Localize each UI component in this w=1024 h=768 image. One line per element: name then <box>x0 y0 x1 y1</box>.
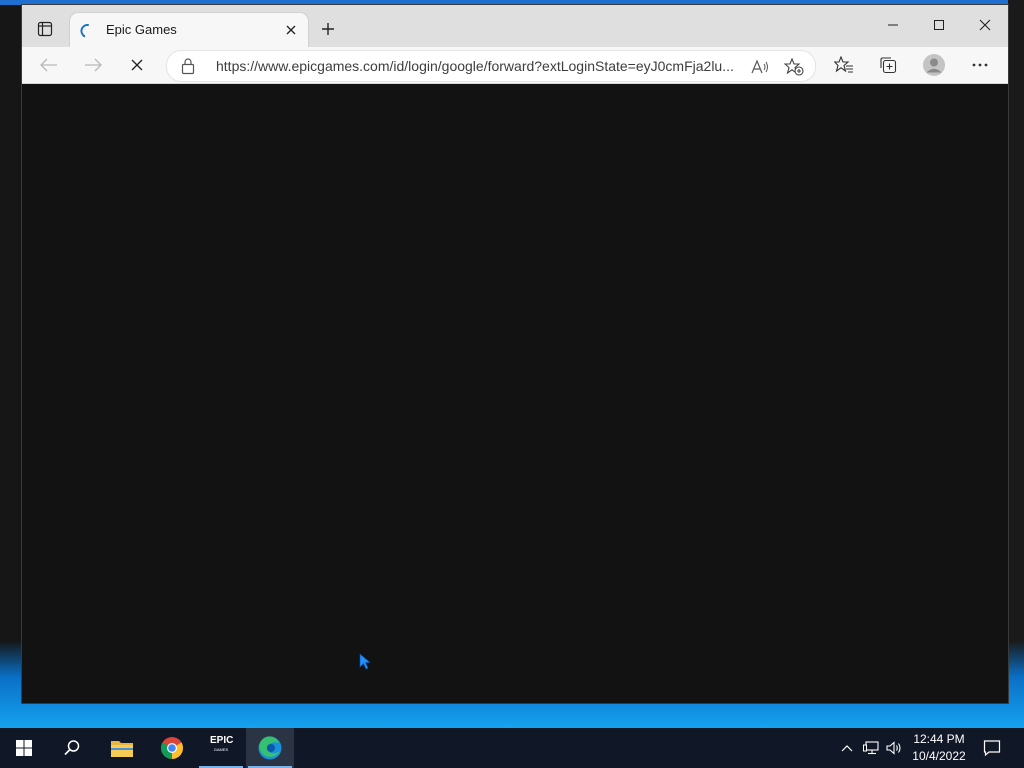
notifications-icon[interactable] <box>978 728 1006 768</box>
tab-actions-icon[interactable] <box>30 15 60 43</box>
taskbar: EPIC GAMES 12:44 PM 10/4/2022 <box>0 728 1024 768</box>
system-clock[interactable]: 12:44 PM 10/4/2022 <box>906 731 972 765</box>
maximize-button[interactable] <box>916 11 962 39</box>
clock-time: 12:44 PM <box>913 732 965 746</box>
network-icon[interactable] <box>861 728 881 768</box>
desktop-wallpaper-edge <box>1008 0 1024 728</box>
clock-date: 10/4/2022 <box>912 749 966 763</box>
browser-window: Epic Games https://www.epicgames.com/id/… <box>22 5 1008 703</box>
lock-icon[interactable] <box>181 57 197 75</box>
favorites-icon[interactable] <box>829 51 859 79</box>
mouse-cursor-icon <box>359 653 373 671</box>
read-aloud-icon[interactable] <box>749 56 771 78</box>
back-arrow-icon[interactable] <box>34 51 64 79</box>
stop-loading-icon[interactable] <box>122 51 152 79</box>
new-tab-button[interactable] <box>316 17 340 41</box>
volume-icon[interactable] <box>884 728 904 768</box>
tab-bar: Epic Games <box>22 5 1008 47</box>
profile-icon[interactable] <box>919 51 949 79</box>
url-text[interactable]: https://www.epicgames.com/id/login/googl… <box>216 58 742 74</box>
navigation-toolbar: https://www.epicgames.com/id/login/googl… <box>22 47 1008 84</box>
tab-title: Epic Games <box>106 22 177 37</box>
forward-arrow-icon[interactable] <box>78 51 108 79</box>
start-button[interactable] <box>0 728 48 768</box>
minimize-button[interactable] <box>870 11 916 39</box>
show-hidden-icons-icon[interactable] <box>838 728 856 768</box>
address-bar[interactable]: https://www.epicgames.com/id/login/googl… <box>166 50 816 82</box>
edge-icon[interactable] <box>246 728 294 768</box>
epic-logo-subtext: GAMES <box>213 747 229 752</box>
epic-games-launcher-icon[interactable]: EPIC GAMES <box>197 728 245 768</box>
collections-icon[interactable] <box>873 51 903 79</box>
close-tab-icon[interactable] <box>282 21 300 39</box>
page-content[interactable] <box>22 84 1008 703</box>
search-icon[interactable] <box>48 728 96 768</box>
epic-logo-text: EPIC <box>210 735 234 746</box>
add-favorite-icon[interactable] <box>783 56 805 78</box>
tab-epic-games[interactable]: Epic Games <box>70 13 308 47</box>
close-window-button[interactable] <box>962 11 1008 39</box>
file-explorer-icon[interactable] <box>98 728 146 768</box>
more-icon[interactable] <box>965 51 995 79</box>
loading-spinner-icon <box>80 24 92 38</box>
chrome-icon[interactable] <box>148 728 196 768</box>
